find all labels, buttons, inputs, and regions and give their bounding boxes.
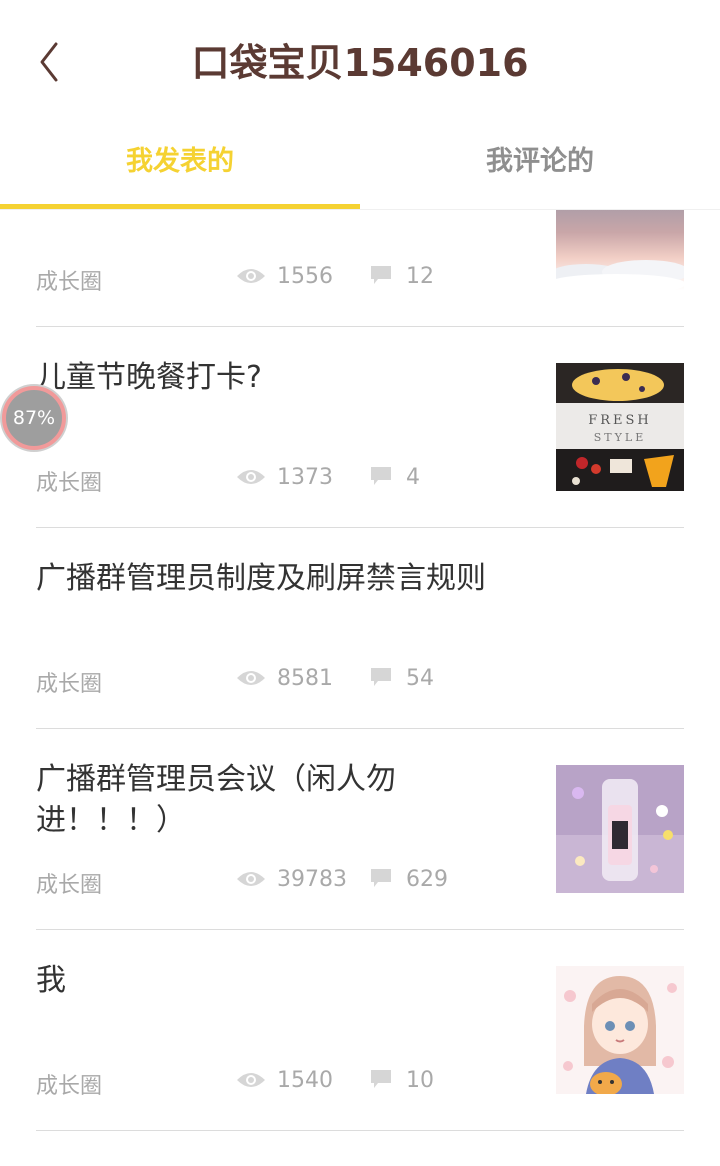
view-count: 39783 (277, 867, 347, 892)
post-item[interactable]: 广播群管理员制度及刷屏禁言规则 成长圈 8581 54 (0, 528, 720, 729)
view-count: 1373 (277, 465, 333, 490)
comment-icon (371, 668, 391, 686)
eye-icon (237, 671, 265, 685)
comment-count: 4 (406, 465, 420, 490)
comment-icon (371, 1070, 391, 1088)
post-category: 成长圈 (36, 471, 103, 496)
post-meta: 成长圈 1540 10 (36, 1060, 556, 1100)
comment-icon (371, 467, 391, 485)
view-count: 8581 (277, 666, 333, 691)
post-title: 广播群管理员制度及刷屏禁言规则 (36, 561, 486, 596)
post-title: 我 (36, 963, 66, 998)
post-item[interactable]: 成长圈 1556 12 (0, 210, 720, 327)
thumbnail-text: FRESH (588, 413, 652, 428)
post-meta: 成长圈 39783 629 (36, 859, 556, 899)
tab-my-comments[interactable]: 我评论的 (360, 120, 720, 210)
comment-count: 10 (406, 1068, 434, 1093)
post-category: 成长圈 (36, 672, 103, 697)
post-thumbnail (556, 966, 684, 1094)
post-list: 成长圈 1556 12 儿童节晚餐打卡? FRESH STYLE 成长圈 137… (0, 210, 720, 1166)
post-item[interactable]: 广播群管理员会议（闲人勿进！！！） 成长圈 39783 629 (0, 729, 720, 930)
view-count: 1556 (277, 264, 333, 289)
post-meta: 成长圈 8581 54 (36, 658, 556, 698)
post-category: 成长圈 (36, 873, 103, 898)
eye-icon (237, 269, 265, 283)
tab-bar: 我发表的 我评论的 (0, 120, 720, 210)
post-title: 广播群管理员会议（闲人勿进！！！） (36, 762, 396, 838)
post-thumbnail (556, 765, 684, 893)
view-count: 1540 (277, 1068, 333, 1093)
active-tab-indicator (0, 204, 360, 209)
post-item[interactable]: 我 成长圈 1540 10 (0, 930, 720, 1131)
post-meta: 成长圈 1556 12 (36, 256, 556, 296)
page-title: 口袋宝贝1546016 (191, 41, 529, 85)
post-category: 成长圈 (36, 270, 103, 295)
post-thumbnail (556, 210, 684, 290)
tab-my-posts[interactable]: 我发表的 (0, 120, 360, 210)
post-thumbnail: FRESH STYLE (556, 363, 684, 491)
header-bar: 口袋宝贝1546016 (0, 0, 720, 120)
svg-text:STYLE: STYLE (594, 431, 646, 444)
eye-icon (237, 1073, 265, 1087)
progress-badge[interactable]: 87% (2, 386, 66, 450)
eye-icon (237, 470, 265, 484)
comment-icon (371, 869, 391, 887)
comment-count: 629 (406, 867, 448, 892)
comment-count: 54 (406, 666, 434, 691)
comment-icon (371, 266, 391, 284)
post-meta: 成长圈 1373 4 (36, 457, 556, 497)
post-item[interactable]: 儿童节晚餐打卡? FRESH STYLE 成长圈 1373 4 (0, 327, 720, 528)
comment-count: 12 (406, 264, 434, 289)
divider (36, 1130, 684, 1131)
post-title: 儿童节晚餐打卡? (36, 360, 262, 395)
eye-icon (237, 872, 265, 886)
post-category: 成长圈 (36, 1074, 103, 1099)
